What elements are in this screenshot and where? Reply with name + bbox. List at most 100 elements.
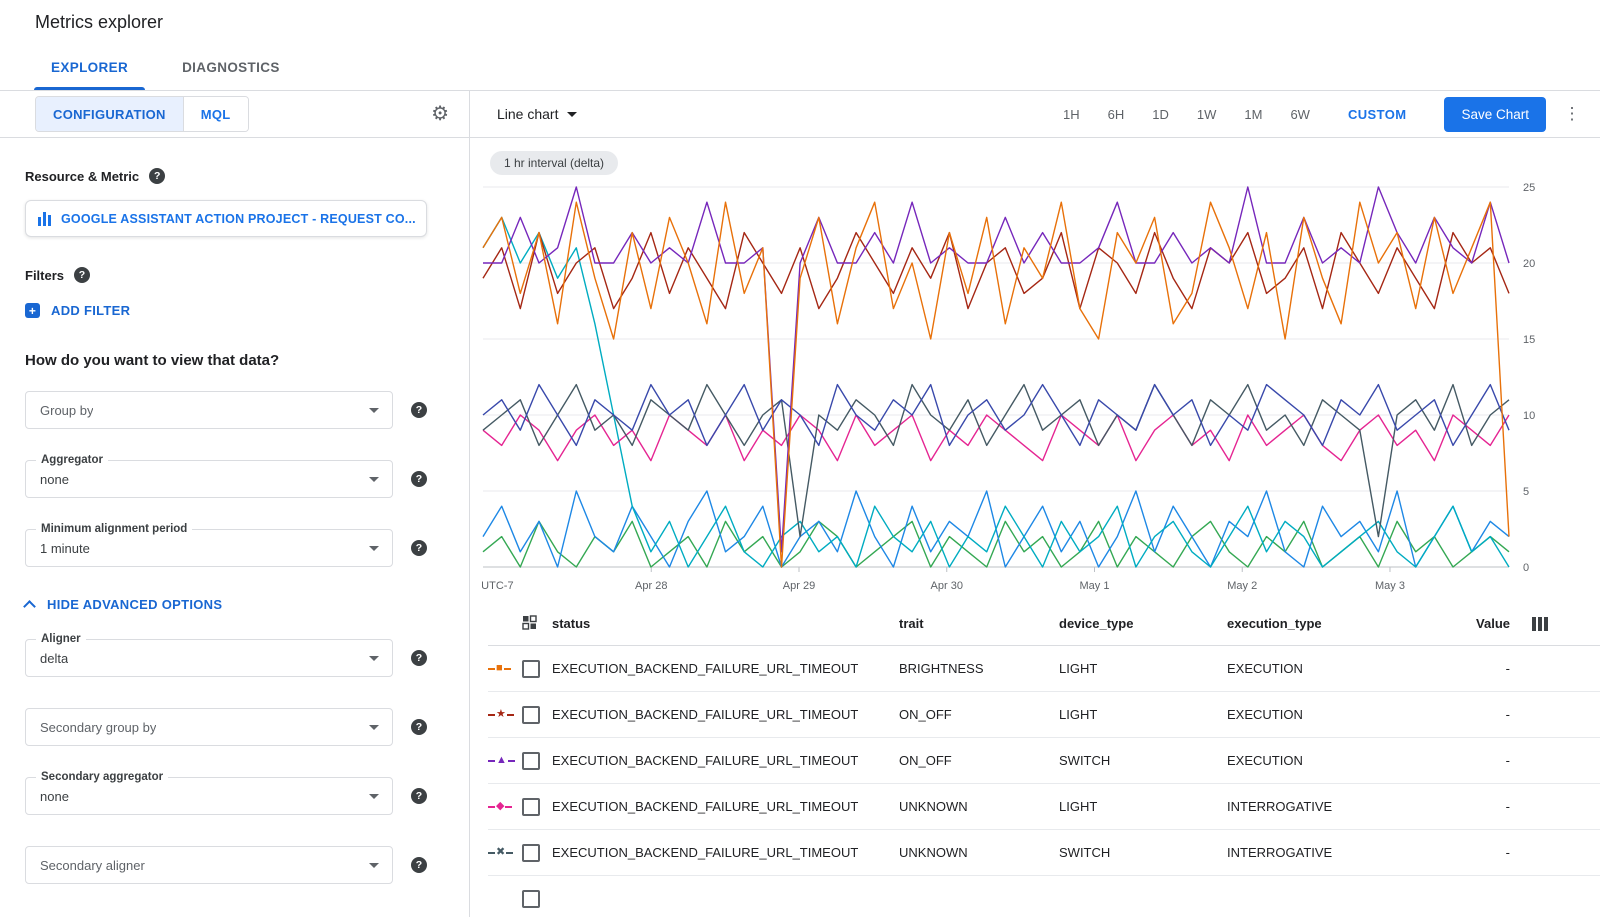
help-icon[interactable] xyxy=(411,540,427,556)
configuration-panel: CONFIGURATION MQL Resource & Metric GOOG… xyxy=(0,91,470,917)
help-icon[interactable] xyxy=(411,650,427,666)
aligner-select[interactable]: Aligner delta xyxy=(25,639,393,677)
secondary-aligner-value: Secondary aligner xyxy=(40,858,145,873)
tab-explorer-label: EXPLORER xyxy=(51,60,128,75)
table-row[interactable]: ▲ EXECUTION_BACKEND_FAILURE_URL_TIMEOUT … xyxy=(488,738,1600,784)
cell-value: - xyxy=(1467,707,1512,722)
time-range-6h[interactable]: 6H xyxy=(1094,99,1139,130)
help-icon[interactable] xyxy=(411,719,427,735)
tab-explorer[interactable]: EXPLORER xyxy=(24,45,155,90)
save-chart-button[interactable]: Save Chart xyxy=(1444,97,1546,132)
add-filter-button[interactable]: ADD FILTER xyxy=(25,303,427,318)
selected-metric-label: GOOGLE ASSISTANT ACTION PROJECT - REQUES… xyxy=(61,212,416,226)
table-row-partial[interactable] xyxy=(488,876,1600,917)
y-axis-tick-label: 5 xyxy=(1523,486,1529,498)
chevron-down-icon xyxy=(369,863,379,868)
table-row[interactable]: ✖ EXECUTION_BACKEND_FAILURE_URL_TIMEOUT … xyxy=(488,830,1600,876)
filters-section: Filters xyxy=(25,267,427,283)
aggregator-select[interactable]: Aggregator none xyxy=(25,460,393,498)
cell-status: EXECUTION_BACKEND_FAILURE_URL_TIMEOUT xyxy=(552,799,899,814)
col-header-trait: trait xyxy=(899,616,1059,631)
help-icon[interactable] xyxy=(411,471,427,487)
column-settings-icon[interactable] xyxy=(1532,617,1548,631)
x-axis-tick-label: Apr 29 xyxy=(783,580,815,592)
view-data-question: How do you want to view that data? xyxy=(25,352,427,369)
table-header-row: status trait device_type execution_type … xyxy=(488,602,1600,646)
cell-status: EXECUTION_BACKEND_FAILURE_URL_TIMEOUT xyxy=(552,661,899,676)
chevron-down-icon xyxy=(369,477,379,482)
settings-gear-icon[interactable] xyxy=(431,104,449,124)
configuration-mode-label: CONFIGURATION xyxy=(53,107,166,122)
hide-advanced-options-label: HIDE ADVANCED OPTIONS xyxy=(47,597,222,612)
chart-panel: Line chart 1H 6H 1D 1W 1M 6W CUSTOM Save… xyxy=(470,91,1600,917)
time-range-1d[interactable]: 1D xyxy=(1138,99,1183,130)
cell-trait: ON_OFF xyxy=(899,707,1059,722)
cell-trait: UNKNOWN xyxy=(899,845,1059,860)
y-axis-tick-label: 15 xyxy=(1523,334,1535,346)
y-axis-tick-label: 0 xyxy=(1523,562,1529,574)
row-checkbox[interactable] xyxy=(522,798,540,816)
secondary-aggregator-select[interactable]: Secondary aggregator none xyxy=(25,777,393,815)
help-icon[interactable] xyxy=(411,402,427,418)
time-range-1m[interactable]: 1M xyxy=(1230,99,1276,130)
secondary-group-by-select[interactable]: Secondary group by xyxy=(25,708,393,746)
secondary-aligner-select[interactable]: Secondary aligner xyxy=(25,846,393,884)
table-row[interactable]: ★ EXECUTION_BACKEND_FAILURE_URL_TIMEOUT … xyxy=(488,692,1600,738)
chevron-down-icon xyxy=(567,112,577,117)
row-checkbox[interactable] xyxy=(522,706,540,724)
group-by-select[interactable]: Group by xyxy=(25,391,393,429)
help-icon[interactable] xyxy=(74,267,90,283)
min-alignment-select[interactable]: Minimum alignment period 1 minute xyxy=(25,529,393,567)
aggregator-field-row: Aggregator none xyxy=(25,460,427,498)
cell-device-type: LIGHT xyxy=(1059,799,1227,814)
field-label: Aligner xyxy=(36,633,86,645)
chart-toolbar: Line chart 1H 6H 1D 1W 1M 6W CUSTOM Save… xyxy=(470,91,1600,138)
y-axis-tick-label: 10 xyxy=(1523,410,1535,422)
time-range-1w[interactable]: 1W xyxy=(1183,99,1231,130)
time-range-group: 1H 6H 1D 1W 1M 6W CUSTOM xyxy=(1049,99,1420,130)
chart-series-line xyxy=(483,202,1509,567)
cell-execution-type: EXECUTION xyxy=(1227,661,1467,676)
cell-status: EXECUTION_BACKEND_FAILURE_URL_TIMEOUT xyxy=(552,753,899,768)
cell-device-type: LIGHT xyxy=(1059,661,1227,676)
line-chart[interactable]: 0510152025UTC-7Apr 28Apr 29Apr 30May 1Ma… xyxy=(482,177,1567,602)
aggregator-value: none xyxy=(40,472,69,487)
x-axis-tick-label: May 1 xyxy=(1080,580,1110,592)
cell-trait: BRIGHTNESS xyxy=(899,661,1059,676)
more-options-kebab-icon[interactable] xyxy=(1560,104,1584,124)
tab-diagnostics[interactable]: DIAGNOSTICS xyxy=(155,45,307,90)
table-row[interactable]: ■ EXECUTION_BACKEND_FAILURE_URL_TIMEOUT … xyxy=(488,646,1600,692)
col-header-execution-type: execution_type xyxy=(1227,616,1467,631)
secondary-aggregator-field-row: Secondary aggregator none xyxy=(25,777,427,815)
row-checkbox[interactable] xyxy=(522,890,540,908)
row-checkbox[interactable] xyxy=(522,752,540,770)
selected-metric-button[interactable]: GOOGLE ASSISTANT ACTION PROJECT - REQUES… xyxy=(25,200,427,237)
mql-mode-button[interactable]: MQL xyxy=(183,97,248,131)
chart-type-dropdown[interactable]: Line chart xyxy=(497,106,577,122)
secondary-group-by-value: Secondary group by xyxy=(40,720,156,735)
chart-region: 1 hr interval (delta) 0510152025UTC-7Apr… xyxy=(470,138,1600,602)
table-row[interactable]: ◆ EXECUTION_BACKEND_FAILURE_URL_TIMEOUT … xyxy=(488,784,1600,830)
add-box-icon xyxy=(25,303,40,318)
row-checkbox[interactable] xyxy=(522,844,540,862)
col-header-device-type: device_type xyxy=(1059,616,1227,631)
hide-advanced-options-toggle[interactable]: HIDE ADVANCED OPTIONS xyxy=(25,597,427,612)
time-range-1h[interactable]: 1H xyxy=(1049,99,1094,130)
series-marker-icon: ★ xyxy=(488,709,522,720)
cell-value: - xyxy=(1467,845,1512,860)
legend-toggle-icon[interactable] xyxy=(522,615,552,633)
cell-device-type: SWITCH xyxy=(1059,753,1227,768)
tab-diagnostics-label: DIAGNOSTICS xyxy=(182,60,280,75)
configuration-mode-button[interactable]: CONFIGURATION xyxy=(36,97,183,131)
time-range-6w[interactable]: 6W xyxy=(1276,99,1324,130)
help-icon[interactable] xyxy=(411,857,427,873)
add-filter-label: ADD FILTER xyxy=(51,303,130,318)
time-range-custom[interactable]: CUSTOM xyxy=(1334,99,1421,130)
help-icon[interactable] xyxy=(411,788,427,804)
chevron-down-icon xyxy=(369,725,379,730)
row-checkbox[interactable] xyxy=(522,660,540,678)
cell-device-type: SWITCH xyxy=(1059,845,1227,860)
mql-mode-label: MQL xyxy=(201,107,231,122)
help-icon[interactable] xyxy=(149,168,165,184)
cell-device-type: LIGHT xyxy=(1059,707,1227,722)
